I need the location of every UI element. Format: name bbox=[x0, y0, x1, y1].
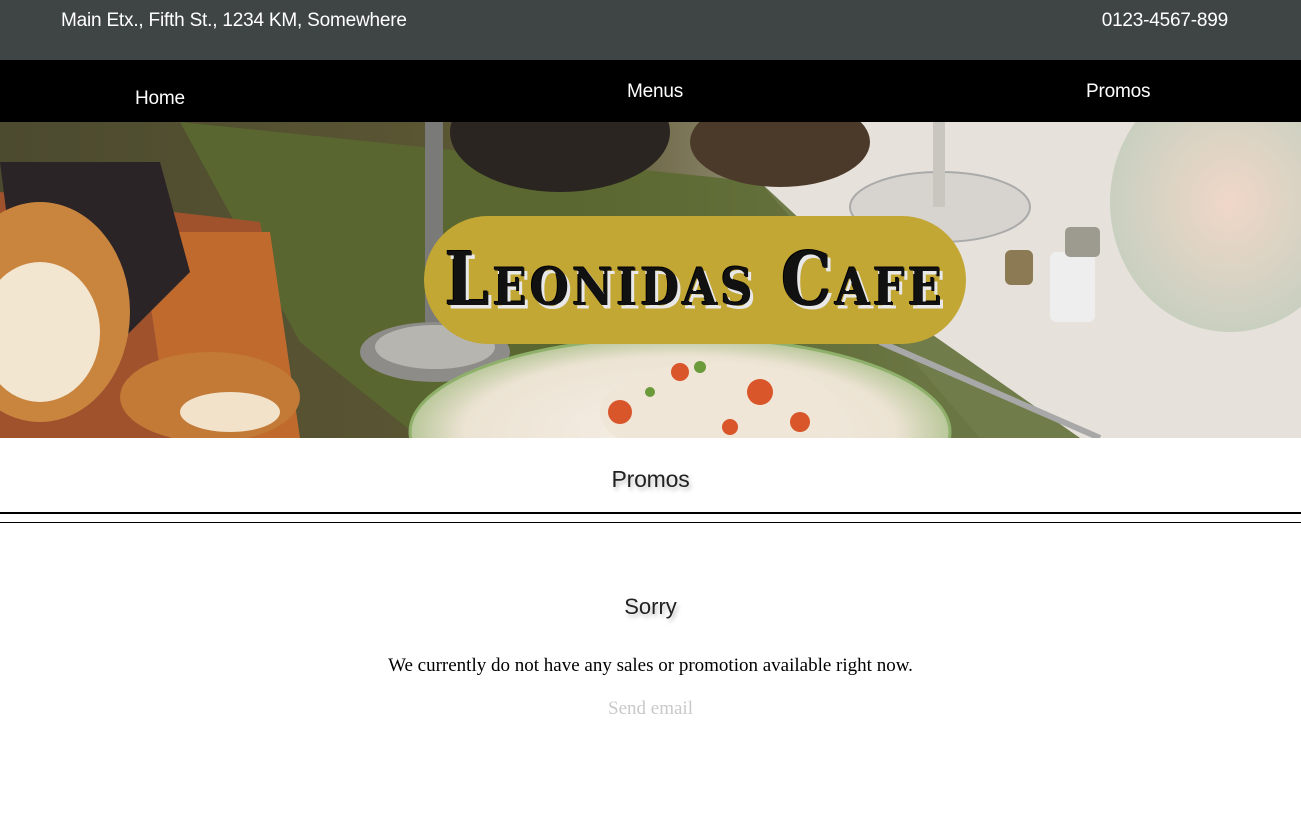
empty-state-heading: Sorry bbox=[624, 594, 677, 619]
send-email-link[interactable]: Send email bbox=[0, 698, 1301, 720]
brand-logo-text: Leonidas Cafe bbox=[444, 236, 946, 324]
phone-number: 0123-4567-899 bbox=[1101, 10, 1228, 31]
divider bbox=[0, 522, 1301, 523]
nav-promos-link[interactable]: Promos bbox=[1086, 81, 1150, 103]
nav-menus-link[interactable]: Menus bbox=[627, 81, 683, 103]
divider bbox=[0, 512, 1301, 514]
page-title: Promos bbox=[611, 466, 690, 492]
address-text: Main Etx., Fifth St., 1234 KM, Somewhere bbox=[61, 10, 407, 31]
nav-home-link[interactable]: Home bbox=[135, 88, 185, 110]
empty-state-message: We currently do not have any sales or pr… bbox=[388, 655, 913, 676]
main-nav: Home Menus Promos bbox=[0, 60, 1301, 122]
brand-logo: Leonidas Cafe bbox=[424, 216, 966, 344]
top-info-bar: Main Etx., Fifth St., 1234 KM, Somewhere… bbox=[0, 0, 1301, 60]
